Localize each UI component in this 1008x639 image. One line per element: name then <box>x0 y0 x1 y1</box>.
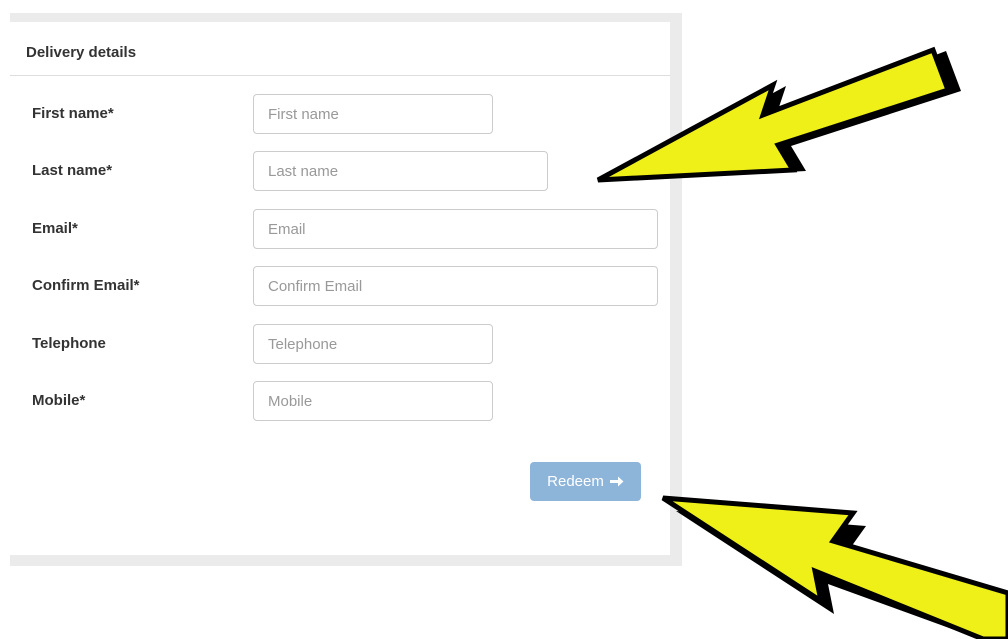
email-label: Email* <box>32 220 78 237</box>
mobile-label: Mobile* <box>32 392 86 409</box>
last-name-label: Last name* <box>32 162 113 179</box>
panel-heading: Delivery details <box>10 22 670 76</box>
redeem-button-label: Redeem <box>547 473 604 490</box>
first-name-input[interactable] <box>253 94 493 134</box>
redeem-button[interactable]: Redeem <box>530 462 641 501</box>
form-row-email: Email* <box>10 209 670 249</box>
telephone-input[interactable] <box>253 324 493 364</box>
form-row-confirm-email: Confirm Email* <box>10 266 670 306</box>
last-name-input[interactable] <box>253 151 548 191</box>
form-row-mobile: Mobile* <box>10 381 670 421</box>
confirm-email-input[interactable] <box>253 266 658 306</box>
arrow-right-icon <box>609 475 624 488</box>
callout-arrow-bottom-icon <box>661 495 1008 639</box>
form-row-telephone: Telephone <box>10 324 670 364</box>
mobile-input[interactable] <box>253 381 493 421</box>
telephone-label: Telephone <box>32 335 106 352</box>
panel-title: Delivery details <box>26 44 137 61</box>
callout-arrow-top-icon <box>596 46 961 183</box>
delivery-details-panel: Delivery details First name* Last name* … <box>10 22 670 555</box>
form-row-first-name: First name* <box>10 94 670 134</box>
form-row-last-name: Last name* <box>10 151 670 191</box>
first-name-label: First name* <box>32 105 114 122</box>
confirm-email-label: Confirm Email* <box>32 277 140 294</box>
